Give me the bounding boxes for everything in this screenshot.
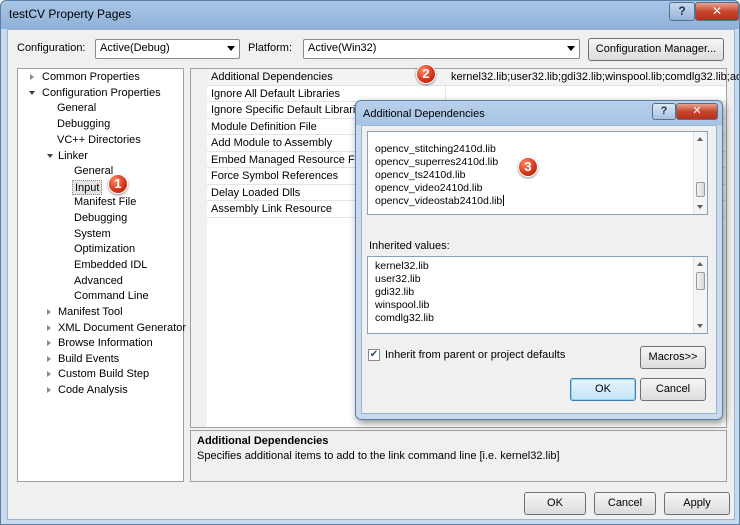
inherited-line: kernel32.lib bbox=[375, 260, 429, 272]
additional-dependencies-dialog: Additional Dependencies ? ✕ opencv_stitc… bbox=[355, 100, 723, 420]
dialog-client-area: opencv_stitching2410d.lib opencv_superre… bbox=[361, 125, 717, 414]
tree-item-debugging[interactable]: Debugging bbox=[57, 117, 110, 132]
help-icon[interactable]: ? bbox=[669, 2, 695, 21]
grid-gutter bbox=[191, 69, 207, 427]
cancel-button[interactable]: Cancel bbox=[594, 492, 656, 515]
inherited-line: gdi32.lib bbox=[375, 286, 415, 298]
property-row-additional-dependencies[interactable]: Additional Dependencies kernel32.lib;use… bbox=[207, 69, 739, 86]
annotation-badge-1: 1 bbox=[108, 174, 128, 194]
tree-item-command-line[interactable]: Command Line bbox=[74, 289, 149, 304]
expand-arrow-icon[interactable] bbox=[47, 371, 51, 377]
collapse-arrow-icon[interactable] bbox=[29, 91, 35, 95]
editor-line: opencv_video2410d.lib bbox=[375, 182, 483, 194]
tree-item-optimization[interactable]: Optimization bbox=[74, 242, 135, 257]
configuration-manager-button[interactable]: Configuration Manager... bbox=[588, 38, 724, 61]
tree-item-general[interactable]: General bbox=[57, 101, 96, 116]
property-name: Ignore All Default Libraries bbox=[211, 87, 341, 100]
description-panel: Additional Dependencies Specifies additi… bbox=[190, 430, 727, 482]
title-bar: testCV Property Pages ? ✕ bbox=[1, 1, 739, 29]
dependencies-editor[interactable]: opencv_stitching2410d.lib opencv_superre… bbox=[367, 131, 708, 215]
tree-item-advanced[interactable]: Advanced bbox=[74, 274, 123, 289]
tree-item-label: Configuration Properties bbox=[42, 87, 161, 99]
property-name: Ignore Specific Default Libraries bbox=[211, 104, 367, 116]
tree-item-label: Browse Information bbox=[58, 337, 153, 349]
dialog-title: Additional Dependencies bbox=[363, 108, 485, 120]
property-name: Assembly Link Resource bbox=[211, 203, 333, 215]
configuration-value: Active(Debug) bbox=[100, 42, 170, 54]
tree-item-manifest-file[interactable]: Manifest File bbox=[74, 195, 136, 210]
tree-item-label: Build Events bbox=[58, 353, 120, 365]
scroll-thumb[interactable] bbox=[696, 272, 705, 290]
inherited-values-list[interactable]: kernel32.lib user32.lib gdi32.lib winspo… bbox=[367, 256, 708, 334]
scroll-up-icon[interactable] bbox=[697, 137, 703, 141]
expand-arrow-icon[interactable] bbox=[47, 387, 51, 393]
tree-item-label: Manifest Tool bbox=[58, 306, 123, 318]
description-text: Specifies additional items to add to the… bbox=[197, 450, 560, 462]
window-title: testCV Property Pages bbox=[9, 7, 132, 21]
platform-select[interactable]: Active(Win32) bbox=[303, 39, 580, 59]
editor-line-text: opencv_videostab2410d.lib bbox=[375, 195, 503, 207]
platform-label: Platform: bbox=[248, 42, 293, 54]
inherited-values-label: Inherited values: bbox=[369, 240, 450, 252]
property-name: Delay Loaded Dlls bbox=[211, 186, 301, 199]
annotation-badge-2: 2 bbox=[416, 64, 436, 84]
ok-button[interactable]: OK bbox=[524, 492, 586, 515]
tree-item-label: Common Properties bbox=[42, 71, 140, 83]
dialog-cancel-button[interactable]: Cancel bbox=[640, 378, 706, 401]
expand-arrow-icon[interactable] bbox=[30, 74, 34, 80]
expand-arrow-icon[interactable] bbox=[47, 309, 51, 315]
collapse-arrow-icon[interactable] bbox=[47, 154, 53, 158]
editor-line-last: opencv_videostab2410d.lib bbox=[375, 195, 505, 207]
inherit-checkbox-label[interactable]: Inherit from parent or project defaults bbox=[385, 349, 565, 361]
property-name: Additional Dependencies bbox=[211, 71, 333, 83]
inherited-scrollbar[interactable] bbox=[693, 257, 707, 333]
tree-item-input[interactable]: Input bbox=[72, 180, 103, 195]
expand-arrow-icon[interactable] bbox=[47, 340, 51, 346]
editor-line: opencv_stitching2410d.lib bbox=[375, 143, 496, 155]
tree-item-vc-directories[interactable]: VC++ Directories bbox=[57, 133, 141, 148]
tree-item-linker-general[interactable]: General bbox=[74, 164, 113, 179]
tree-item-label: Code Analysis bbox=[58, 384, 128, 396]
dialog-close-icon[interactable]: ✕ bbox=[676, 103, 718, 120]
tree-item-label: XML Document Generator bbox=[58, 322, 186, 334]
editor-line: opencv_ts2410d.lib bbox=[375, 169, 466, 181]
close-icon[interactable]: ✕ bbox=[695, 2, 739, 21]
scroll-down-icon[interactable] bbox=[697, 205, 703, 209]
property-tree: Common Properties Configuration Properti… bbox=[17, 68, 186, 482]
annotation-badge-3: 3 bbox=[518, 157, 538, 177]
description-title: Additional Dependencies bbox=[197, 435, 329, 447]
platform-value: Active(Win32) bbox=[308, 42, 377, 54]
chevron-down-icon bbox=[567, 46, 575, 51]
apply-button[interactable]: Apply bbox=[664, 492, 730, 515]
tree-item-label: Linker bbox=[58, 150, 88, 162]
configuration-label: Configuration: bbox=[17, 42, 86, 54]
dialog-ok-button[interactable]: OK bbox=[570, 378, 636, 401]
dialog-help-icon[interactable]: ? bbox=[652, 103, 676, 120]
chevron-down-icon bbox=[227, 46, 235, 51]
property-name: Add Module to Assembly bbox=[211, 137, 333, 149]
property-name: Embed Managed Resource File bbox=[211, 153, 366, 166]
expand-arrow-icon[interactable] bbox=[47, 325, 51, 331]
inherit-checkbox[interactable]: ✔ bbox=[368, 349, 380, 361]
scroll-up-icon[interactable] bbox=[697, 262, 703, 266]
scroll-thumb[interactable] bbox=[696, 182, 705, 197]
tree-item-linker-debugging[interactable]: Debugging bbox=[74, 211, 127, 226]
text-cursor bbox=[503, 195, 505, 206]
tree-item-system[interactable]: System bbox=[74, 227, 111, 242]
editor-line: opencv_superres2410d.lib bbox=[375, 156, 499, 168]
expand-arrow-icon[interactable] bbox=[47, 356, 51, 362]
property-value[interactable]: kernel32.lib;user32.lib;gdi32.lib;winspo… bbox=[451, 71, 739, 83]
property-name: Force Symbol References bbox=[211, 170, 339, 182]
inherited-line: user32.lib bbox=[375, 273, 421, 285]
scroll-down-icon[interactable] bbox=[697, 324, 703, 328]
inherited-line: winspool.lib bbox=[375, 299, 430, 311]
macros-button[interactable]: Macros>> bbox=[640, 346, 706, 369]
inherited-line: comdlg32.lib bbox=[375, 312, 434, 324]
editor-scrollbar[interactable] bbox=[693, 132, 707, 214]
configuration-select[interactable]: Active(Debug) bbox=[95, 39, 240, 59]
tree-item-embedded-idl[interactable]: Embedded IDL bbox=[74, 258, 147, 273]
property-pages-window: testCV Property Pages ? ✕ Configuration:… bbox=[0, 0, 740, 525]
property-name: Module Definition File bbox=[211, 120, 317, 133]
tree-item-label: Custom Build Step bbox=[58, 368, 150, 380]
